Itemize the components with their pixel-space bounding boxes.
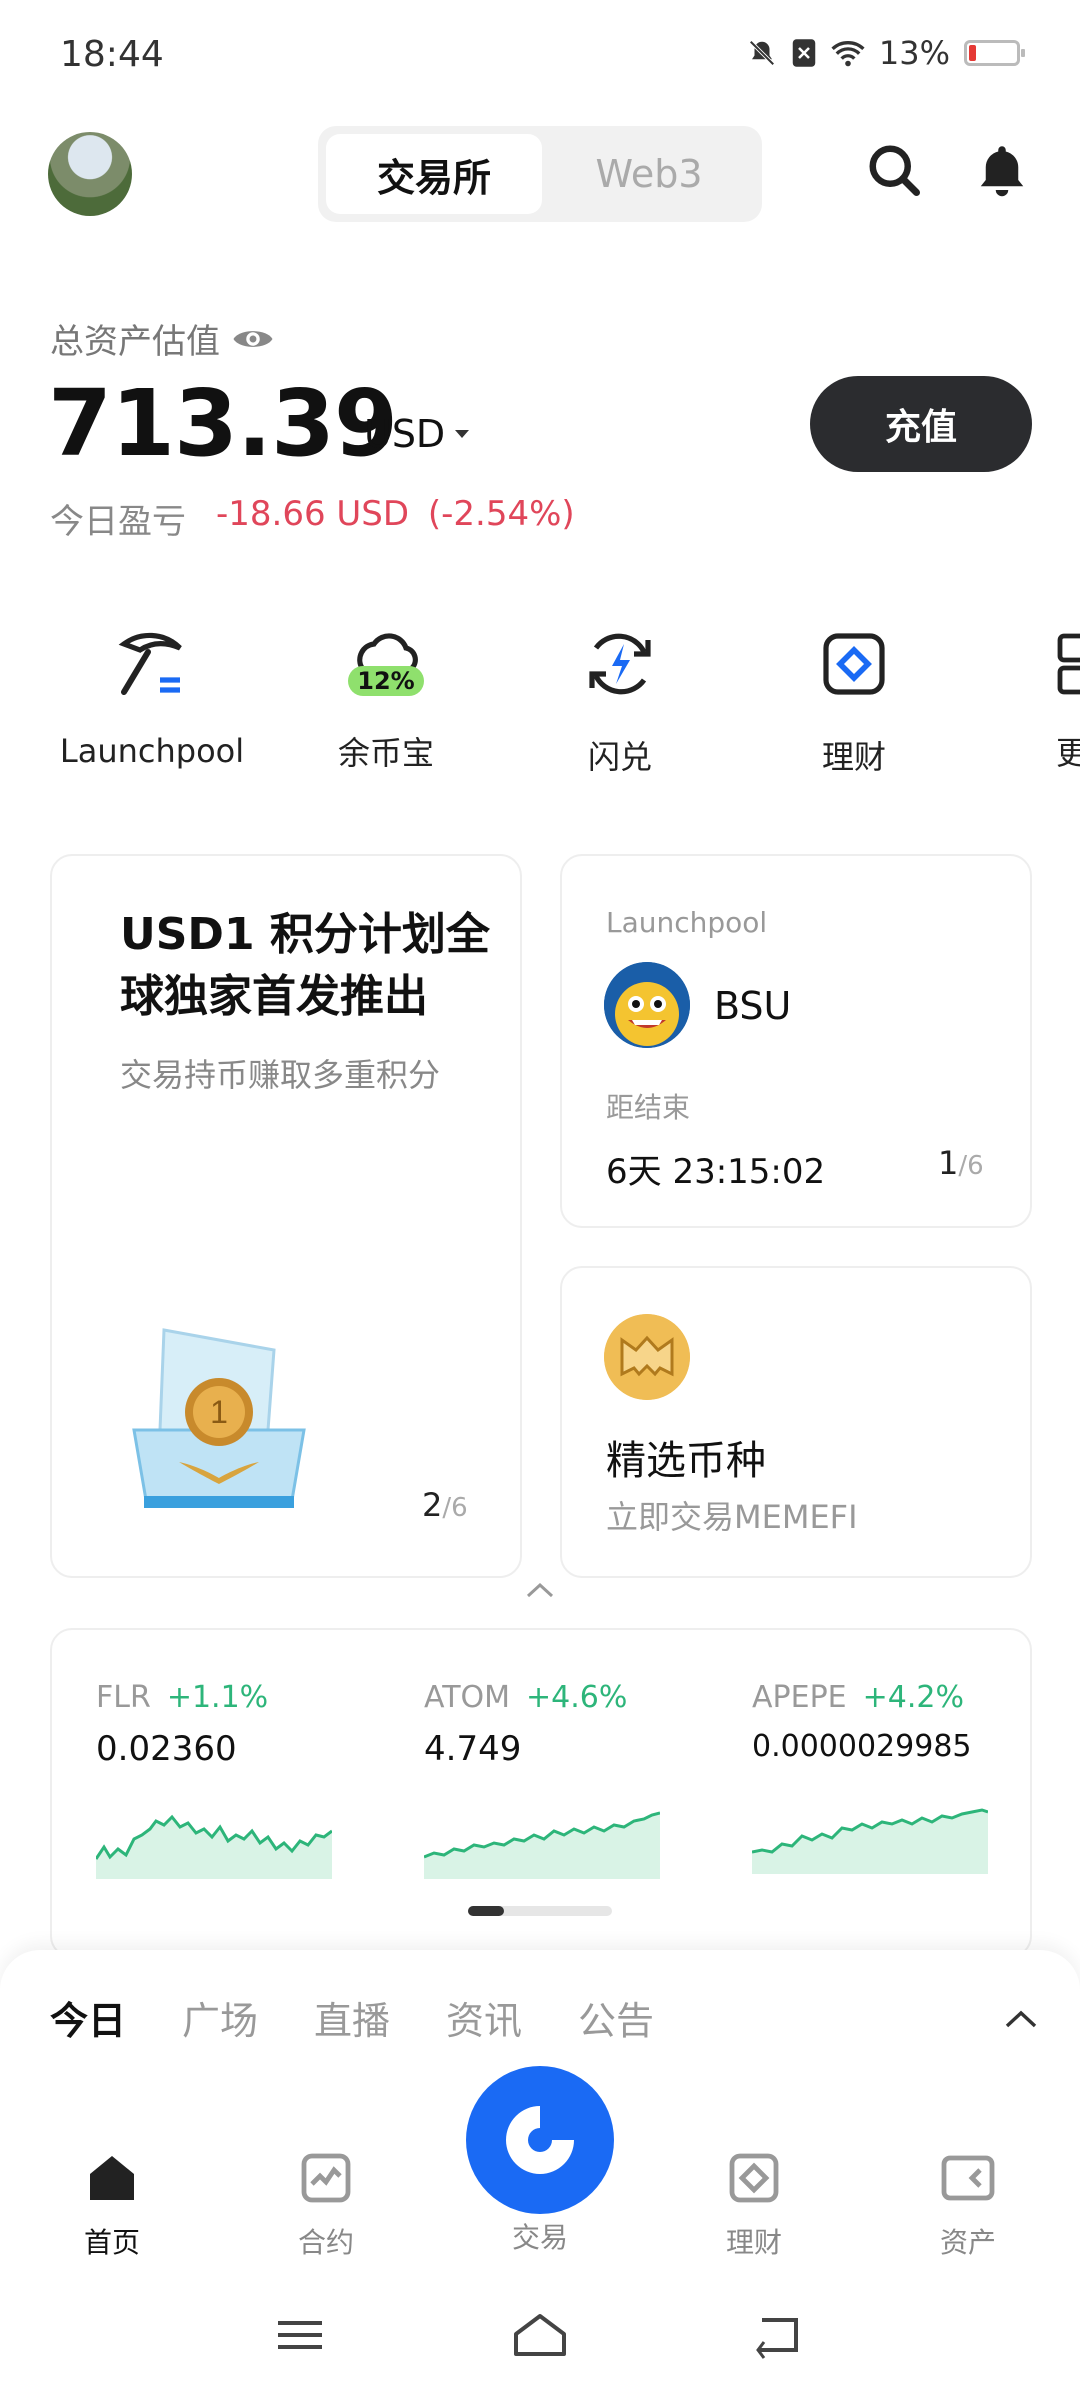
promo-pager-total: /6 [442, 1493, 468, 1523]
shortcut-label: 余币宝 [337, 734, 434, 772]
sparkline-chart [751, 1808, 989, 1874]
nav-assets[interactable]: 资产 [898, 2150, 1038, 2261]
avatar[interactable] [48, 132, 132, 216]
nav-earn[interactable]: 理财 [684, 2150, 824, 2261]
search-icon[interactable] [864, 140, 924, 200]
tab-web3[interactable]: Web3 [544, 134, 754, 214]
carousel-indicator [468, 1906, 612, 1916]
feed-tab-today[interactable]: 今日 [50, 1990, 126, 2045]
nav-home[interactable]: 首页 [42, 2150, 182, 2261]
launchpool-pager: 1/6 [938, 1144, 984, 1182]
system-home-icon[interactable] [510, 2310, 570, 2360]
status-icons: 13% [747, 34, 1025, 72]
asset-value: 713.39 [48, 370, 398, 477]
battery-text: 13% [878, 34, 950, 72]
countdown-timer: 6天 23:15:02 [606, 1152, 826, 1192]
flash-swap-icon [589, 633, 651, 695]
feed-tab-square[interactable]: 广场 [182, 1990, 258, 2045]
nav-label: 交易 [511, 2221, 568, 2254]
rate-badge: 12% [348, 666, 424, 696]
exchange-web3-switch: 交易所 Web3 [318, 126, 762, 222]
currency-selector[interactable]: USD [364, 412, 471, 456]
countdown-label: 距结束 [606, 1091, 691, 1124]
svg-text:1: 1 [210, 1394, 228, 1430]
wallet-icon [941, 2155, 995, 2201]
sparkline-chart [94, 1814, 333, 1879]
nav-futures[interactable]: 合约 [256, 2150, 396, 2261]
expand-chevron-up-icon[interactable] [1004, 2008, 1038, 2030]
eye-icon[interactable] [232, 324, 274, 354]
shortcut-savings[interactable]: 12% 余币宝 [286, 624, 486, 774]
recharge-button[interactable]: 充值 [810, 376, 1032, 472]
shortcut-earn[interactable]: 理财 [754, 624, 954, 778]
battery-icon [964, 40, 1025, 66]
more-grid-icon [1057, 633, 1080, 695]
shortcut-label: 理财 [821, 738, 886, 776]
crystal-box-image: 1 [132, 1328, 306, 1508]
sparkline-chart [423, 1811, 661, 1879]
promo-subtitle: 交易持币赚取多重积分 [120, 1056, 441, 1094]
ticker-name: ATOM [424, 1680, 511, 1715]
nav-trade-button[interactable] [466, 2066, 614, 2214]
pnl-value: -18.66 USD (-2.54%) [216, 494, 575, 534]
shortcut-label: Launchpool [59, 732, 245, 770]
home-icon [90, 2156, 134, 2200]
pnl-label: 今日盈亏 [50, 502, 186, 542]
ticker-item[interactable]: FLR +1.1% 0.02360 [94, 1680, 333, 1883]
chart-icon [301, 2153, 351, 2203]
ticker-change: +1.1% [166, 1680, 269, 1715]
shortcut-label: 闪兑 [587, 738, 652, 776]
coin-name: BSU [714, 984, 792, 1028]
ticker-name: FLR [96, 1680, 151, 1715]
collapse-chevron-up-icon[interactable] [524, 1580, 556, 1600]
ticker-item[interactable]: ATOM +4.6% 4.749 [423, 1680, 661, 1883]
featured-coin-title: 精选币种 [606, 1438, 766, 1484]
memefi-logo-icon [604, 1314, 690, 1400]
mute-icon [749, 40, 775, 66]
back-icon[interactable] [750, 2310, 810, 2360]
caret-down-icon [455, 430, 470, 438]
promo-pager: 2/6 [422, 1486, 468, 1524]
wifi-icon [831, 41, 865, 67]
ticker-change: +4.2% [862, 1680, 964, 1715]
ticker-price: 0.02360 [96, 1729, 237, 1769]
nav-label: 理财 [725, 2226, 782, 2259]
diamond-icon [823, 633, 885, 695]
launchpool-label: Launchpool [606, 906, 768, 939]
tab-exchange[interactable]: 交易所 [326, 134, 542, 214]
promo-title: USD1 积分计划全球独家首发推出 [120, 909, 490, 1022]
asset-label-row: 总资产估值 [50, 314, 274, 363]
feed-tab-announcements[interactable]: 公告 [578, 1990, 654, 2045]
ticker-change: +4.6% [526, 1680, 628, 1715]
cloud-icon: 12% [346, 624, 426, 704]
status-time: 18:44 [60, 34, 164, 75]
pnl-percent: (-2.54%) [427, 494, 575, 534]
shortcut-label: 更 [1056, 734, 1080, 772]
bsu-logo-icon [604, 962, 690, 1048]
pnl-amount: -18.66 USD [216, 494, 410, 534]
pickaxe-icon [118, 632, 182, 695]
feed-tab-news[interactable]: 资讯 [446, 1990, 522, 2045]
launchpool-pager-total: /6 [958, 1151, 984, 1181]
sim-off-icon [792, 39, 816, 67]
shortcut-more[interactable]: 更 [1006, 624, 1080, 774]
feed-tab-live[interactable]: 直播 [314, 1990, 390, 2045]
ticker-name: APEPE [752, 1680, 847, 1715]
bell-icon[interactable] [972, 140, 1032, 200]
nav-label: 资产 [939, 2226, 996, 2259]
asset-label: 总资产估值 [50, 322, 220, 362]
nav-label: 首页 [83, 2226, 140, 2259]
featured-coin-subtitle: 立即交易MEMEFI [606, 1498, 858, 1536]
shortcut-flash-swap[interactable]: 闪兑 [520, 624, 720, 778]
nav-label: 合约 [297, 2226, 354, 2259]
ticker-item[interactable]: APEPE +4.2% 0.0000029985 [751, 1680, 989, 1878]
shortcut-launchpool[interactable]: Launchpool [52, 624, 252, 770]
diamond-icon [729, 2153, 779, 2203]
trade-icon [506, 2106, 574, 2174]
ticker-price: 4.749 [424, 1729, 522, 1769]
menu-icon[interactable] [270, 2310, 330, 2360]
currency-label: USD [364, 412, 446, 456]
ticker-price: 0.0000029985 [752, 1729, 972, 1764]
